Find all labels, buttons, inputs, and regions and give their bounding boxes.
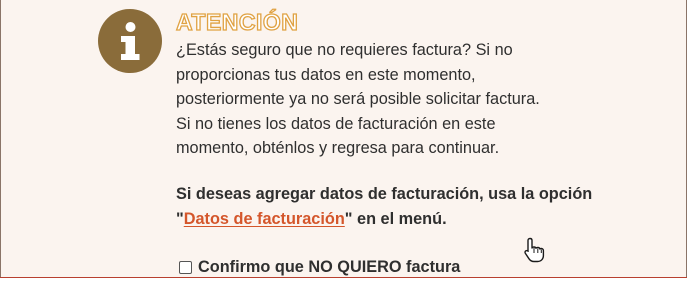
bottom-border xyxy=(0,277,687,281)
billing-instruction: Si deseas agregar datos de facturación, … xyxy=(176,182,596,231)
confirm-no-invoice-label[interactable]: Confirmo que NO QUIERO factura xyxy=(198,258,460,277)
info-icon xyxy=(98,9,162,73)
alert-panel: ATENCIÓN ¿Estás seguro que no requieres … xyxy=(0,0,687,281)
billing-data-link[interactable]: Datos de facturación xyxy=(184,210,345,228)
message-line: Si no tienes los datos de facturación en… xyxy=(176,114,496,133)
instruction-suffix: " en el menú. xyxy=(344,209,447,228)
alert-title: ATENCIÓN xyxy=(175,8,299,35)
confirm-no-invoice-checkbox[interactable] xyxy=(179,261,192,274)
message-line: posteriormente ya no será posible solici… xyxy=(176,90,540,108)
message-line: momento, obténlos y regresa para continu… xyxy=(176,139,500,157)
message-line: proporcionas tus datos en este momento, xyxy=(176,65,476,84)
hand-pointer-icon xyxy=(523,237,545,263)
alert-message: ¿Estás seguro que no requieres factura? … xyxy=(176,38,606,161)
message-line: ¿Estás seguro que no requieres factura? … xyxy=(176,41,513,59)
confirm-no-invoice-row[interactable]: Confirmo que NO QUIERO factura xyxy=(179,258,460,277)
